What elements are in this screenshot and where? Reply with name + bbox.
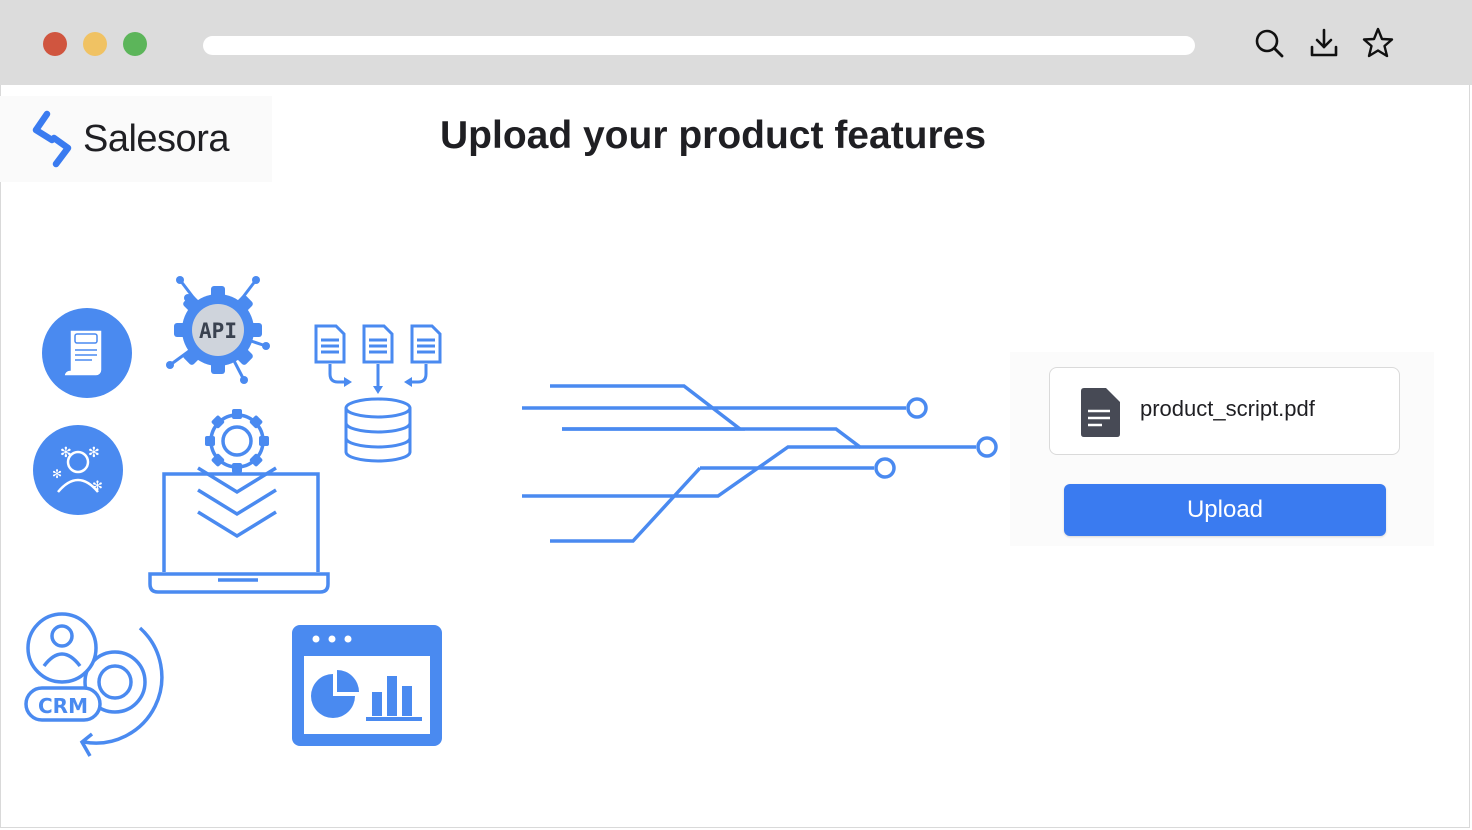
document-icon: [1081, 388, 1120, 437]
star-icon[interactable]: [1360, 25, 1396, 61]
svg-text:✻: ✻: [92, 479, 103, 494]
analytics-dashboard-icon: [292, 625, 442, 746]
svg-text:✻: ✻: [60, 445, 72, 461]
integrations-illustration: API ✻ ✻ ✻ ✻ CRM: [24, 276, 998, 757]
download-icon[interactable]: [1306, 25, 1342, 61]
laptop-layers-icon: [148, 413, 330, 594]
api-label: API: [199, 319, 237, 343]
upload-button[interactable]: Upload: [1064, 484, 1386, 536]
crm-label: CRM: [38, 694, 88, 718]
data-flow-lines: [522, 384, 998, 543]
svg-text:✻: ✻: [88, 445, 100, 461]
file-name: product_script.pdf: [1140, 396, 1315, 421]
script-icon: [42, 308, 132, 398]
search-icon[interactable]: [1251, 25, 1287, 61]
svg-text:✻: ✻: [52, 467, 62, 481]
api-gear-icon: API: [166, 276, 270, 384]
support-agent-icon: ✻ ✻ ✻ ✻: [33, 425, 123, 515]
crm-icon: CRM: [24, 612, 164, 757]
